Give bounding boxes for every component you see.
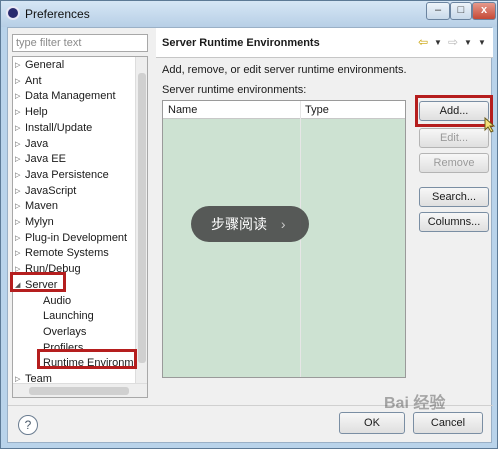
tree-item-label: Java [25,137,49,150]
view-menu-icon[interactable]: ▼ [478,38,486,47]
tree-vertical-scrollbar[interactable] [135,57,147,383]
remove-button[interactable]: Remove [419,153,489,173]
tree-item-label: JavaScript [25,184,77,197]
collapsed-arrow-icon[interactable]: ▷ [15,58,20,73]
tree-item-label: Remote Systems [25,247,109,260]
columns-button[interactable]: Columns... [419,212,489,232]
tree-item-mylyn[interactable]: ▷ Mylyn [13,215,54,230]
tree-item-label: Help [25,106,48,119]
tree-item-data-management[interactable]: ▷ Data Management [13,89,116,104]
tree-item-audio[interactable]: Audio [31,294,71,309]
collapsed-arrow-icon[interactable]: ▷ [15,246,20,261]
tree-item-label: Data Management [25,90,116,103]
tree-item-java[interactable]: ▷ Java [13,137,48,152]
collapsed-arrow-icon[interactable]: ▷ [15,74,20,89]
tree-item-label: Maven [25,200,59,213]
collapsed-arrow-icon[interactable]: ▷ [15,121,20,136]
ok-button[interactable]: OK [339,412,405,434]
eclipse-icon [6,6,20,20]
tree-item-plug-in-development[interactable]: ▷ Plug-in Development [13,231,127,246]
horizontal-scroll-thumb[interactable] [29,387,129,395]
tree-item-label: Plug-in Development [25,231,128,244]
tree-item-java-ee[interactable]: ▷ Java EE [13,152,66,167]
collapsed-arrow-icon[interactable]: ▷ [15,105,20,120]
tree-item-label: Java Persistence [25,168,109,181]
minimize-button[interactable]: – [426,2,450,20]
server-highlight-box [10,272,66,292]
tree-item-install-update[interactable]: ▷ Install/Update [13,121,92,136]
column-name[interactable]: Name [168,104,197,116]
tree-item-label: Install/Update [25,121,93,134]
mouse-cursor-icon [484,117,496,133]
tree-item-label: General [25,59,65,71]
tree-item-maven[interactable]: ▷ Maven [13,199,58,214]
edit-button[interactable]: Edit... [419,128,489,148]
maximize-button[interactable]: □ [450,2,472,20]
title-bar: Preferences – □ x [1,1,497,27]
tree-item-java-persistence[interactable]: ▷ Java Persistence [13,168,109,183]
tree-item-label: Launching [43,310,94,323]
collapsed-arrow-icon[interactable]: ▷ [15,137,20,152]
chevron-right-icon: › [280,216,286,232]
overlay-text: 步骤阅读 [211,216,267,232]
collapsed-arrow-icon[interactable]: ▷ [15,184,20,199]
close-button[interactable]: x [472,2,496,20]
collapsed-arrow-icon[interactable]: ▷ [15,215,20,230]
help-icon[interactable]: ? [18,415,38,435]
preferences-window: Preferences – □ x type filter text ▷ Gene… [0,0,498,449]
search-button[interactable]: Search... [419,187,489,207]
tree-item-overlays[interactable]: Overlays [31,325,86,340]
tree-item-label: Java EE [25,153,66,166]
baidu-watermark: Bai 经验 [384,395,446,412]
page-description: Add, remove, or edit server runtime envi… [162,64,407,76]
tree-item-help[interactable]: ▷ Help [13,105,48,120]
tree-item-label: Mylyn [25,216,54,228]
forward-arrow-icon[interactable]: ⇨ [448,35,458,49]
table-header: Name Type [163,101,405,119]
collapsed-arrow-icon[interactable]: ▷ [15,199,20,214]
forward-dropdown-icon[interactable]: ▼ [464,38,472,47]
column-type[interactable]: Type [305,104,329,116]
runtime-highlight-box [37,349,137,369]
tree-horizontal-scrollbar[interactable] [13,383,147,397]
filter-input[interactable]: type filter text [12,34,148,52]
preferences-tree: ▷ General ▷ Ant ▷ Data Management ▷ Help ▷ Instal… [12,56,148,398]
tree-item-general[interactable]: ▷ General [13,58,64,73]
collapsed-arrow-icon[interactable]: ▷ [15,168,20,183]
preferences-nav: type filter text ▷ General ▷ Ant ▷ Data Manag… [8,28,155,403]
tree-item-label: Audio [43,294,72,307]
tree-item-remote-systems[interactable]: ▷ Remote Systems [13,246,109,261]
window-title: Preferences [25,7,90,21]
back-dropdown-icon[interactable]: ▼ [434,38,442,47]
page-title: Server Runtime Environments [162,37,320,49]
add-highlight-box [415,95,493,127]
step-reading-overlay[interactable]: 步骤阅读 › [191,206,309,242]
page-header: Server Runtime Environments ⇦ ▼ ⇨ ▼ ▼ [156,28,493,58]
tree-item-label: Ant [25,74,42,87]
collapsed-arrow-icon[interactable]: ▷ [15,152,20,167]
runtime-list-label: Server runtime environments: [162,84,307,96]
collapsed-arrow-icon[interactable]: ▷ [15,89,20,104]
cancel-button[interactable]: Cancel [413,412,483,434]
tree-item-label: Overlays [43,325,87,338]
tree-item-ant[interactable]: ▷ Ant [13,74,42,89]
back-arrow-icon[interactable]: ⇦ [418,35,428,49]
vertical-scroll-thumb[interactable] [138,73,146,363]
collapsed-arrow-icon[interactable]: ▷ [15,231,20,246]
tree-item-launching[interactable]: Launching [31,309,94,324]
tree-item-javascript[interactable]: ▷ JavaScript [13,184,76,199]
